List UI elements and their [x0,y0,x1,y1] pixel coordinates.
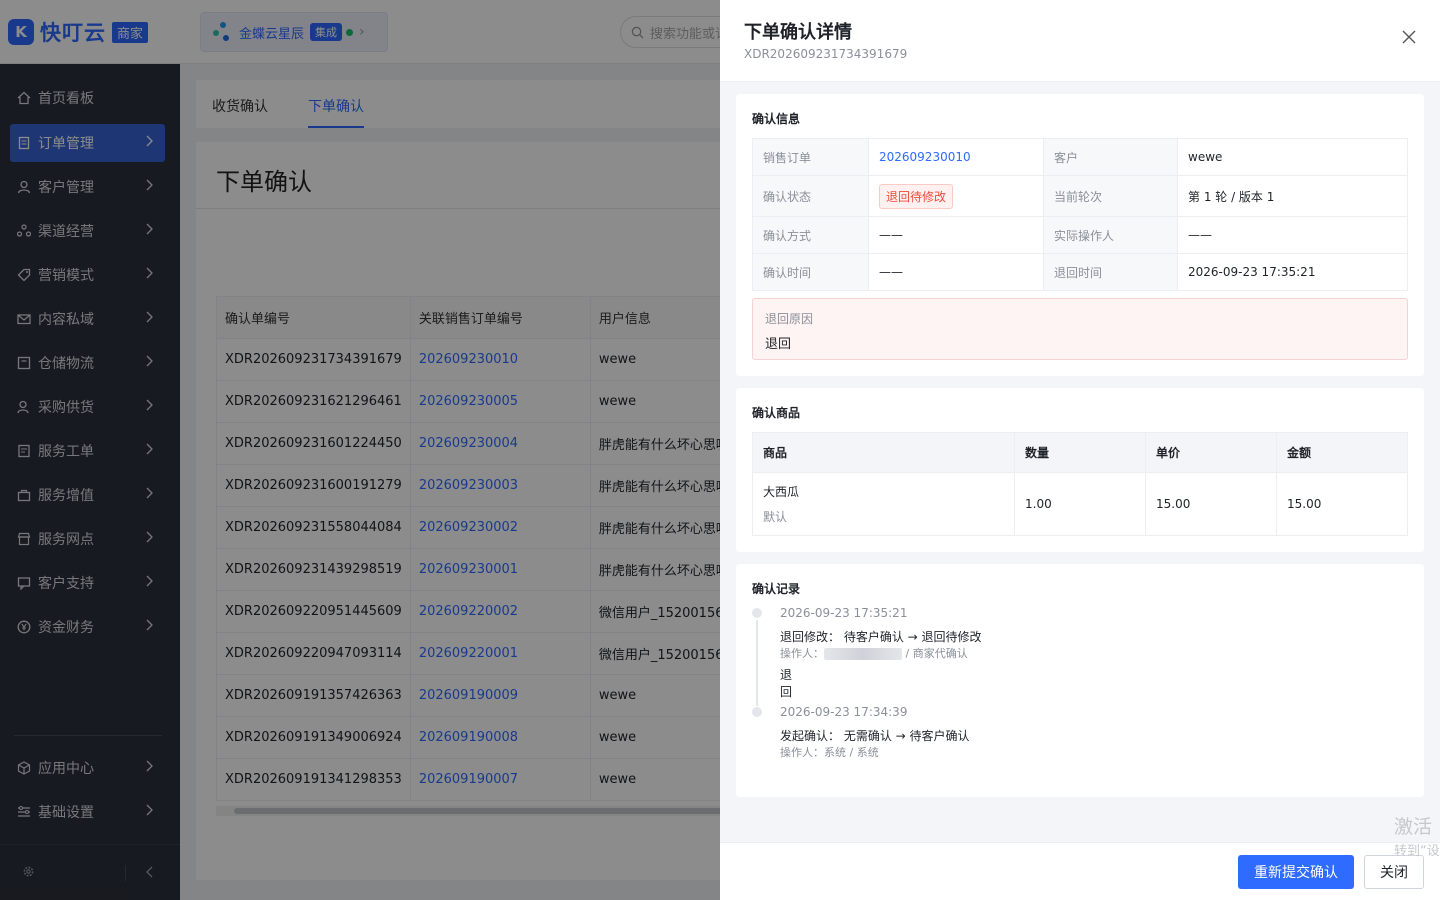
timeline-line [756,620,758,706]
operator-value: —— [1177,216,1408,254]
record-action: 发起确认： 无需确认 → 待客户确认 [780,729,970,743]
column-header: 金额 [1276,432,1408,473]
drawer-subtitle: XDR202609231734391679 [744,47,908,61]
round-value: 第 1 轮 / 版本 1 [1177,175,1408,217]
goods-spec: 默认 [763,510,788,524]
return-reason-label: 退回原因 [765,312,814,326]
confirm-time-value: —— [868,253,1044,291]
drawer-footer: 重新提交确认 关闭 [720,842,1440,900]
info-label: 实际操作人 [1043,216,1178,254]
sales-order-link[interactable]: 202609230010 [868,138,1044,176]
drawer-title: 下单确认详情 [744,22,852,43]
price-cell: 15.00 [1145,472,1277,536]
return-reason-box: 退回原因 退回 [752,298,1408,360]
confirm-info-table: 销售订单 202609230010 客户 wewe 确认状态 退回待修改 当前轮… [752,138,1408,291]
record-note: 退回 [780,668,793,699]
section-title: 确认记录 [752,582,801,596]
confirm-info-card: 确认信息 销售订单 202609230010 客户 wewe 确认状态 退回待修… [736,94,1424,376]
column-header: 单价 [1145,432,1277,473]
column-header: 数量 [1014,432,1146,473]
record-time: 2026-09-23 17:34:39 [780,705,908,719]
status-badge: 退回待修改 [879,183,954,209]
timeline-dot [752,707,762,717]
record-operator: 操作人：系统 / 系统 [780,746,879,759]
customer-value: wewe [1177,138,1408,176]
activation-watermark: 激活 [1394,816,1433,838]
goods-name: 大西瓜 [763,485,800,499]
masked-operator-name [824,648,902,660]
info-label: 确认时间 [752,253,869,291]
confirm-records-card: 确认记录 2026-09-23 17:35:21 退回修改： 待客户确认 → 退… [736,564,1424,797]
record-time: 2026-09-23 17:35:21 [780,606,908,620]
method-value: —— [868,216,1044,254]
order-confirm-detail-drawer: 下单确认详情 XDR202609231734391679 确认信息 销售订单 2… [720,0,1440,900]
info-label: 确认方式 [752,216,869,254]
info-label: 销售订单 [752,138,869,176]
record-action: 退回修改： 待客户确认 → 退回待修改 [780,630,982,644]
info-label: 退回时间 [1043,253,1178,291]
return-reason-value: 退回 [765,337,792,352]
resubmit-confirm-button[interactable]: 重新提交确认 [1238,855,1354,889]
record-operator: 操作人： / 商家代确认 [780,645,968,661]
status-cell: 退回待修改 [868,175,1044,217]
close-button[interactable]: 关闭 [1364,855,1424,889]
column-header: 商品 [752,432,1015,473]
operator-suffix: / 商家代确认 [902,647,968,660]
activation-watermark-sub: 转到“设 [1394,844,1440,859]
return-time-value: 2026-09-23 17:35:21 [1177,253,1408,291]
confirm-goods-card: 确认商品 商品 数量 单价 金额 大西瓜 默认 1.00 15.00 15.00 [736,388,1424,552]
operator-prefix: 操作人： [780,647,824,660]
drawer-header: 下单确认详情 XDR202609231734391679 [720,0,1440,82]
goods-table: 商品 数量 单价 金额 大西瓜 默认 1.00 15.00 15.00 [752,432,1408,536]
info-label: 确认状态 [752,175,869,217]
info-label: 客户 [1043,138,1178,176]
qty-cell: 1.00 [1014,472,1146,536]
section-title: 确认信息 [752,112,801,126]
close-icon[interactable] [1402,30,1418,46]
timeline-dot [752,608,762,618]
goods-cell: 大西瓜 默认 [752,472,1015,536]
section-title: 确认商品 [752,406,801,420]
table-row: 大西瓜 默认 1.00 15.00 15.00 [752,472,1408,536]
amount-cell: 15.00 [1276,472,1408,536]
info-label: 当前轮次 [1043,175,1178,217]
